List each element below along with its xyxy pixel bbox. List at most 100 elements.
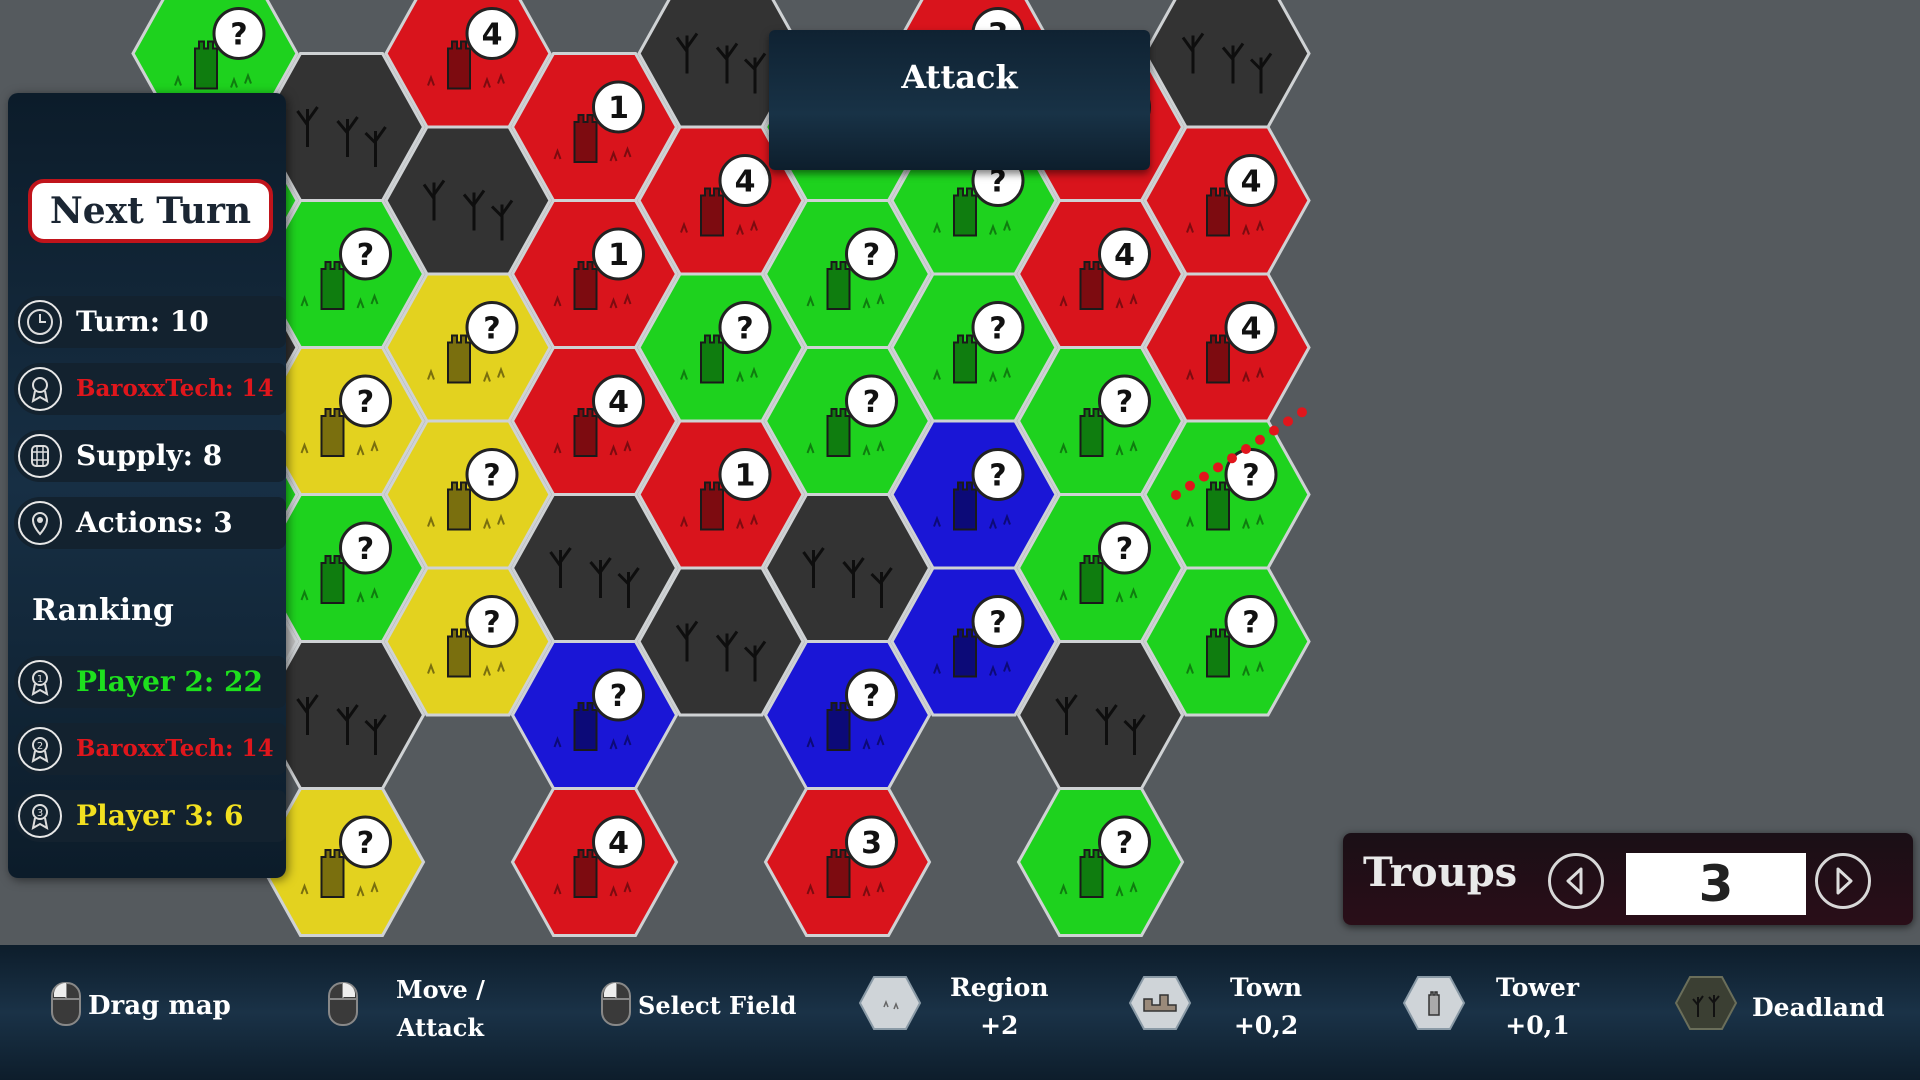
- ranking-label: Player 2: 22: [76, 665, 263, 698]
- medal-icon: [18, 367, 62, 411]
- tower-icon: [1206, 334, 1230, 384]
- troups-selector: Troups 3: [1343, 833, 1913, 925]
- tower-icon: [1079, 849, 1104, 898]
- tower-icon: [1206, 481, 1230, 531]
- troop-count: 4: [482, 18, 503, 53]
- tower-icon: [447, 481, 471, 531]
- tower-icon: [573, 702, 598, 751]
- attack-path-dot: [1199, 471, 1209, 482]
- tower-icon: [953, 481, 977, 531]
- ranking-row: 1 Player 2: 22: [14, 656, 286, 708]
- hint-select-field: Select Field: [638, 991, 797, 1020]
- town-hex-icon: [1128, 976, 1192, 1030]
- medal-icon: 2: [18, 727, 62, 771]
- legend-town-name: Town: [1230, 973, 1303, 1002]
- legend-deadland: Deadland: [1752, 993, 1885, 1022]
- tower-icon: [573, 849, 598, 898]
- troop-count: 4: [608, 385, 629, 420]
- troop-count: ?: [863, 385, 880, 420]
- troop-count: 1: [735, 459, 756, 494]
- attack-path-dot: [1241, 444, 1251, 454]
- turn-stat-label: Turn: 10: [76, 305, 209, 338]
- barrel-icon: [18, 434, 62, 478]
- troop-count: ?: [989, 312, 1006, 347]
- tower-icon: [826, 408, 851, 457]
- troups-value[interactable]: 3: [1626, 853, 1806, 915]
- attack-path-dot: [1213, 462, 1223, 473]
- clock-icon: [18, 300, 62, 344]
- tower-icon: [953, 187, 977, 237]
- map-tile[interactable]: 4: [510, 787, 679, 937]
- ranking-row: 2 BaroxxTech: 14: [14, 723, 286, 775]
- tower-icon: [573, 114, 598, 163]
- attack-path-dot: [1171, 490, 1181, 500]
- supply-stat: Supply: 8: [14, 430, 286, 482]
- map-pin-icon: [18, 501, 62, 545]
- tower-icon: [1206, 628, 1230, 678]
- legend-region-name: Region: [950, 973, 1049, 1002]
- troop-count: ?: [989, 606, 1006, 641]
- troop-count: ?: [989, 459, 1006, 494]
- troups-label: Troups: [1363, 849, 1518, 896]
- chevron-right-icon: [1836, 867, 1853, 895]
- tower-icon: [320, 408, 345, 457]
- legend-tower-name: Tower: [1496, 973, 1580, 1002]
- hint-move-attack: Move / Attack: [396, 971, 485, 1047]
- tower-icon: [700, 481, 724, 531]
- attack-path-dot: [1185, 480, 1195, 491]
- score-stat: BaroxxTech: 14: [14, 363, 286, 415]
- legend-town: Town +0,2: [1230, 969, 1302, 1045]
- troups-increase-button[interactable]: [1815, 853, 1871, 909]
- controls-legend-bar: Drag map Move / Attack Select Field Regi…: [0, 945, 1920, 1080]
- hint-move-attack-line2: Attack: [396, 1013, 485, 1042]
- deadland-hex-icon: [1674, 976, 1738, 1030]
- troop-count: ?: [483, 459, 500, 494]
- medal-icon: 1: [18, 660, 62, 704]
- mouse-icon: [601, 982, 631, 1026]
- legend-region-bonus: +2: [980, 1011, 1019, 1040]
- tower-icon: [320, 555, 345, 604]
- left-info-panel: Next Turn Turn: 10 BaroxxTech: 14 Supply…: [8, 93, 286, 878]
- next-turn-button[interactable]: Next Turn: [28, 179, 273, 243]
- tower-icon: [573, 261, 598, 310]
- attack-path-dot: [1297, 407, 1307, 418]
- troop-count: ?: [357, 385, 374, 420]
- ranking-label: Player 3: 6: [76, 799, 244, 832]
- map-tile[interactable]: 3: [763, 787, 932, 937]
- tower-icon: [953, 628, 977, 678]
- troop-count: ?: [230, 18, 247, 53]
- tower-icon: [1079, 555, 1104, 604]
- troop-count: ?: [483, 606, 500, 641]
- troop-count: ?: [483, 312, 500, 347]
- troop-count: ?: [863, 238, 880, 273]
- troop-count: 4: [1241, 312, 1262, 347]
- troups-decrease-button[interactable]: [1548, 853, 1604, 909]
- hint-drag-map: Drag map: [88, 991, 231, 1021]
- tower-icon: [320, 849, 345, 898]
- legend-tower: Tower +0,1: [1496, 969, 1579, 1045]
- attack-path-dot: [1255, 434, 1265, 445]
- tower-icon: [826, 261, 851, 310]
- tower-icon: [447, 334, 471, 384]
- action-mode-title: Attack: [901, 58, 1018, 96]
- troop-count: 4: [1114, 238, 1135, 273]
- legend-town-bonus: +0,2: [1233, 1011, 1299, 1040]
- tower-icon: [573, 408, 598, 457]
- ranking-title: Ranking: [32, 593, 174, 628]
- troop-count: ?: [863, 679, 880, 714]
- troop-count: ?: [610, 679, 627, 714]
- troop-count: 1: [608, 238, 629, 273]
- troop-count: ?: [736, 312, 753, 347]
- troop-count: 3: [861, 826, 882, 861]
- hint-move-attack-line1: Move /: [396, 975, 485, 1004]
- map-tile[interactable]: ?: [1016, 787, 1185, 937]
- tower-icon: [1206, 187, 1230, 237]
- chevron-left-icon: [1566, 867, 1583, 895]
- attack-path-dot: [1269, 425, 1279, 436]
- legend-tower-bonus: +0,1: [1505, 1011, 1570, 1040]
- tower-icon: [1079, 408, 1104, 457]
- action-mode-banner: Attack: [769, 30, 1150, 170]
- ranking-row: 3 Player 3: 6: [14, 790, 286, 842]
- ranking-label: BaroxxTech: 14: [76, 735, 274, 762]
- mouse-icon: [328, 982, 358, 1026]
